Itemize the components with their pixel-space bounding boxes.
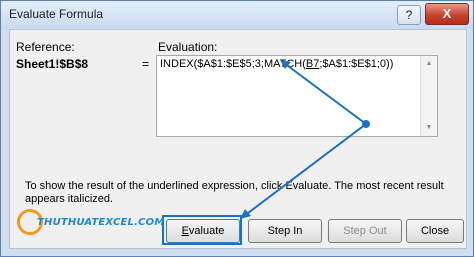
step-in-button[interactable]: Step In [248,219,322,243]
close-button[interactable]: Close [406,219,464,243]
evaluate-label-rest: valuate [188,225,225,237]
formula-part-before: INDEX($A$1:$E$5;3;MATCH( [160,58,306,70]
reference-label: Reference: [16,40,75,54]
evaluation-label: Evaluation: [158,40,218,54]
formula-text: INDEX($A$1:$E$5;3;MATCH(B7;$A$1:$E$1;0)) [160,58,393,70]
help-button[interactable]: ? [397,5,421,25]
reference-value: Sheet1!$B$8 [16,57,89,71]
watermark-text: THUTHUATEXCEL.COM [37,217,165,228]
formula-part-after: ;$A$1:$E$1;0)) [319,58,394,70]
formula-underlined-expression: B7 [305,58,320,70]
dialog-title: Evaluate Formula [9,7,104,21]
evaluate-label-accelerator: E [181,225,189,237]
vertical-scrollbar[interactable]: ▲ ▼ [420,56,437,136]
scroll-down-arrow-icon[interactable]: ▼ [421,120,437,136]
evaluation-textbox[interactable]: INDEX($A$1:$E$5;3;MATCH(B7;$A$1:$E$1;0))… [156,55,438,137]
watermark-logo: THUTHUATEXCEL.COM [17,209,164,239]
scroll-up-arrow-icon[interactable]: ▲ [421,56,437,72]
evaluate-formula-dialog: Evaluate Formula ? X Reference: Sheet1!$… [0,0,474,257]
equals-sign: = [142,57,150,71]
window-close-button[interactable]: X [425,3,469,25]
title-bar[interactable]: Evaluate Formula ? X [1,1,473,29]
help-description: To show the result of the underlined exp… [25,180,444,205]
evaluate-button[interactable]: Evaluate [166,219,240,243]
step-out-button[interactable]: Step Out [328,219,402,243]
